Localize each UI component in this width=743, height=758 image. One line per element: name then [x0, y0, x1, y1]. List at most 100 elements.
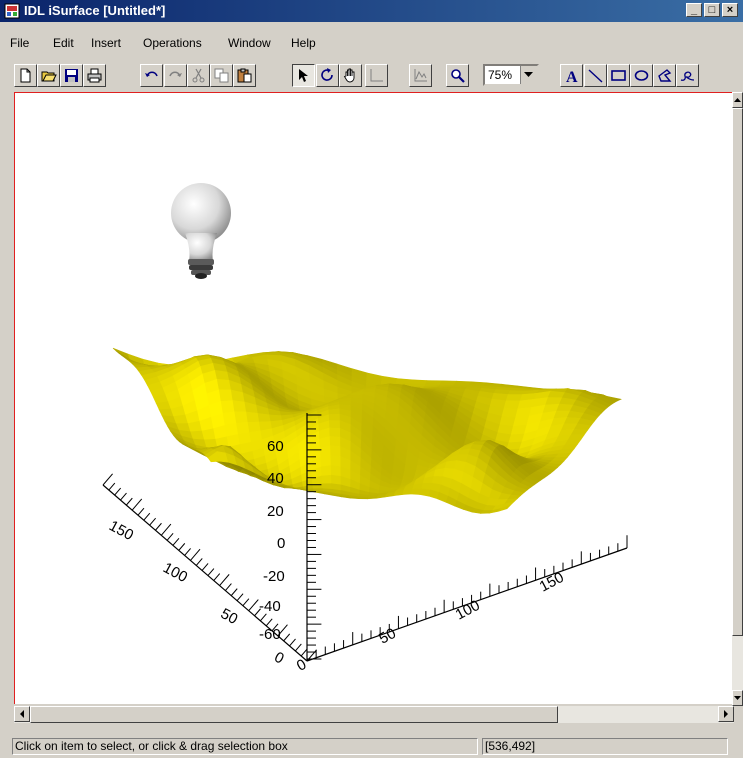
menu-edit[interactable]: Edit: [53, 36, 74, 50]
scroll-up-button[interactable]: [732, 92, 743, 108]
menu-help[interactable]: Help: [291, 36, 316, 50]
menu-window[interactable]: Window: [228, 36, 271, 50]
surface-patch: [507, 390, 526, 395]
horizontal-scroll-thumb[interactable]: [30, 706, 558, 723]
axis-tick: [166, 532, 174, 541]
oval-tool-button[interactable]: [630, 64, 653, 87]
surface-plot[interactable]: 60 40 20 0 -20 -40 -60 150 100 50 0 0 50…: [15, 93, 734, 704]
surface-patch: [330, 445, 342, 458]
menu-insert[interactable]: Insert: [91, 36, 121, 50]
x-axis-minor-ticks: [306, 535, 628, 661]
pan-hand-button[interactable]: [339, 64, 362, 87]
axis-tick: [137, 507, 145, 516]
axis-tick: [184, 548, 191, 556]
paste-button[interactable]: [233, 64, 256, 87]
undo-icon: [145, 71, 158, 77]
new-button[interactable]: [14, 64, 37, 87]
select-arrow-button[interactable]: [292, 64, 315, 87]
idl-app-icon[interactable]: [4, 3, 20, 19]
axis-tick: [213, 573, 221, 581]
surface-patch: [216, 378, 232, 391]
new-icon: [20, 68, 31, 83]
window-title: IDL iSurface [Untitled*]: [24, 3, 166, 18]
plot-profile-icon: [414, 69, 427, 82]
axis-tick: [207, 568, 215, 576]
rotate-button[interactable]: [316, 64, 339, 87]
line-tool-button[interactable]: [584, 64, 607, 87]
surface-patch: [320, 455, 332, 468]
copy-button[interactable]: [210, 64, 233, 87]
axis-tick: [125, 497, 133, 506]
axis-tick: [172, 538, 180, 546]
axis-tick: [219, 574, 230, 586]
zoom-magnifier-button[interactable]: [446, 64, 469, 87]
surface-patch: [246, 411, 260, 423]
axis-tick: [248, 599, 259, 612]
open-button[interactable]: [37, 64, 60, 87]
chevron-down-icon: [734, 696, 741, 700]
rectangle-tool-icon: [611, 70, 626, 81]
surface-patch: [232, 400, 247, 413]
scroll-down-button[interactable]: [732, 690, 743, 706]
print-button[interactable]: [83, 64, 106, 87]
line-tool-icon: [588, 69, 603, 83]
polygon-tool-button[interactable]: [653, 64, 676, 87]
light-bulb-icon[interactable]: [171, 183, 231, 279]
zoom-select[interactable]: 75%: [483, 64, 539, 86]
text-tool-button[interactable]: A: [560, 64, 583, 87]
copy-icon: [214, 68, 229, 83]
axis-tick: [131, 498, 143, 511]
z-tick-label: -40: [259, 598, 281, 615]
status-bar: Click on item to select, or click & drag…: [0, 736, 743, 758]
vertical-scroll-thumb[interactable]: [732, 108, 743, 636]
line-profile-button[interactable]: [365, 64, 388, 87]
surface-patch: [358, 497, 369, 500]
line-profile-icon: [370, 69, 383, 82]
surface-patch: [328, 413, 341, 422]
horizontal-scrollbar[interactable]: [14, 706, 734, 723]
axis-tick: [225, 583, 232, 591]
maximize-button[interactable]: □: [704, 3, 720, 17]
zoom-dropdown-button[interactable]: [520, 66, 537, 84]
menu-file[interactable]: File: [10, 36, 29, 50]
axis-tick: [195, 558, 203, 566]
z-tick-label: 20: [267, 503, 284, 520]
redo-button[interactable]: [164, 64, 187, 87]
surface-patch: [330, 465, 342, 477]
save-icon: [65, 69, 78, 82]
minimize-icon: _: [690, 4, 698, 16]
surface-mesh[interactable]: [112, 347, 622, 514]
undo-button[interactable]: [140, 64, 163, 87]
minimize-button[interactable]: _: [686, 3, 702, 17]
z-tick-label: 40: [267, 470, 284, 487]
surface-patch: [329, 420, 341, 429]
menu-operations[interactable]: Operations: [143, 36, 202, 50]
axis-tick: [230, 588, 238, 596]
surface-patch: [567, 434, 585, 441]
vertical-scrollbar[interactable]: [732, 92, 743, 706]
close-icon: ×: [726, 4, 734, 16]
surface-patch: [503, 400, 521, 410]
cut-button[interactable]: [187, 64, 210, 87]
visualization-canvas[interactable]: 60 40 20 0 -20 -40 -60 150 100 50 0 0 50…: [14, 92, 734, 704]
scroll-left-button[interactable]: [14, 706, 30, 722]
freehand-tool-button[interactable]: [676, 64, 699, 87]
axis-tick: [201, 563, 209, 571]
title-bar[interactable]: IDL iSurface [Untitled*] _ □ ×: [0, 0, 743, 22]
freehand-tool-icon: [680, 71, 695, 81]
axis-tick: [283, 633, 291, 642]
surface-patch: [321, 483, 333, 490]
surface-patch: [505, 394, 523, 402]
surface-patch: [257, 413, 272, 423]
scroll-right-button[interactable]: [718, 706, 734, 722]
surface-patch: [330, 474, 342, 486]
save-button[interactable]: [60, 64, 83, 87]
select-arrow-icon: [299, 69, 308, 82]
rectangle-tool-button[interactable]: [607, 64, 630, 87]
plot-profile-button[interactable]: [409, 64, 432, 87]
chevron-up-icon: [734, 98, 741, 102]
cut-icon: [192, 68, 205, 83]
surface-patch: [321, 474, 332, 485]
close-button[interactable]: ×: [722, 3, 738, 17]
axis-tick: [178, 543, 186, 551]
